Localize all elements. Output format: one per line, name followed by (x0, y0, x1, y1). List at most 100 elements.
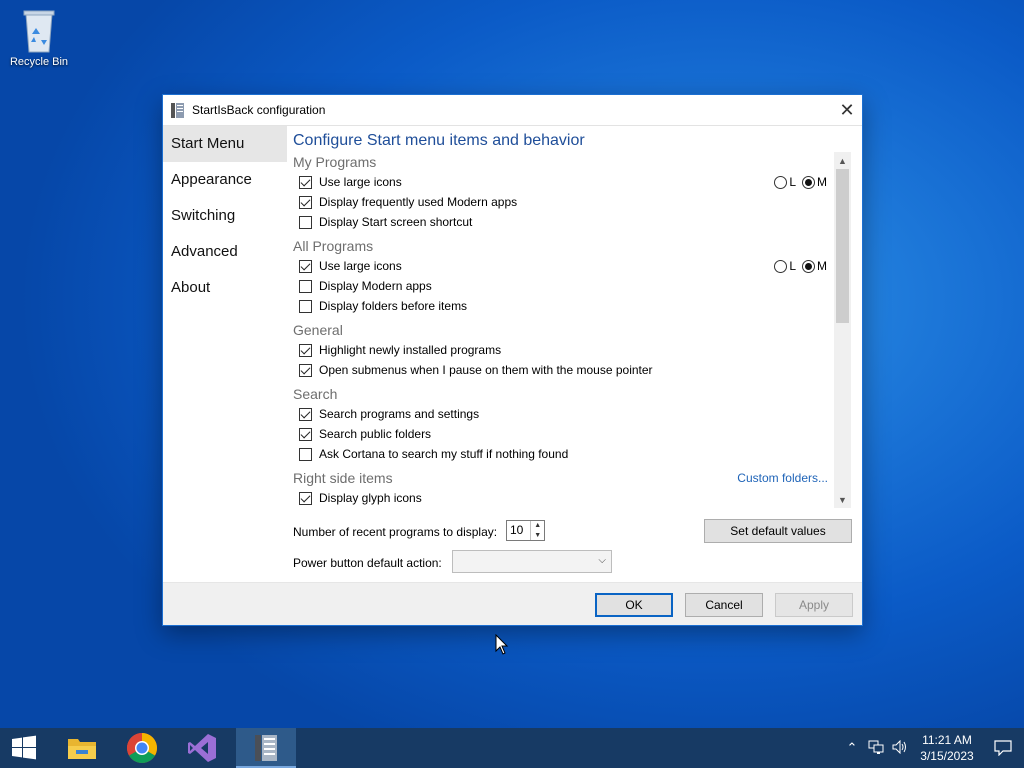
checkbox-label: Search programs and settings (319, 407, 480, 421)
recycle-bin[interactable]: Recycle Bin (4, 4, 74, 68)
sidebar-item-switching[interactable]: Switching (163, 198, 287, 234)
settings-list: My Programs Use large icons L M Display … (293, 152, 834, 508)
checkbox[interactable] (299, 343, 312, 357)
recycle-bin-icon (23, 10, 55, 53)
checkbox-row[interactable]: Use large icons L M (293, 256, 834, 276)
stepper-down-icon[interactable]: ▼ (531, 531, 544, 541)
checkbox[interactable] (299, 407, 312, 421)
apply-button[interactable]: Apply (775, 593, 853, 617)
scroll-up-icon[interactable]: ▲ (834, 152, 851, 169)
recent-programs-label: Number of recent programs to display: (293, 525, 498, 539)
radio-m-label: M (817, 175, 827, 189)
checkbox[interactable] (299, 447, 312, 461)
section-title-my-programs: My Programs (293, 154, 377, 170)
taskbar-file-explorer[interactable] (58, 728, 106, 768)
radio-l-label: L (789, 175, 796, 189)
icon-size-radio-group: L M (768, 259, 827, 273)
mouse-cursor-icon (495, 634, 509, 655)
network-icon[interactable] (864, 740, 888, 757)
checkbox[interactable] (299, 427, 312, 441)
checkbox-row[interactable]: Display frequently used Modern apps (293, 192, 834, 212)
clock-time: 11:21 AM (922, 733, 972, 747)
section-title-all-programs: All Programs (293, 238, 374, 254)
taskbar-clock[interactable]: 11:21 AM 3/15/2023 (912, 732, 982, 764)
notification-center-icon[interactable] (982, 740, 1024, 756)
radio-medium[interactable] (802, 175, 815, 189)
visual-studio-icon (188, 734, 216, 762)
page-title: Configure Start menu items and behavior (293, 132, 585, 149)
chevron-up-icon[interactable]: ⌃ (840, 740, 864, 756)
checkbox-label: Display frequently used Modern apps (319, 195, 518, 209)
sidebar-item-appearance[interactable]: Appearance (163, 162, 287, 198)
checkbox-label: Highlight newly installed programs (319, 343, 502, 357)
checkbox-row[interactable]: Use large icons L M (293, 172, 834, 192)
checkbox[interactable] (299, 175, 312, 189)
checkbox[interactable] (299, 279, 312, 293)
vertical-scrollbar[interactable]: ▲ ▼ (834, 152, 851, 508)
sidebar-item-about[interactable]: About (163, 270, 287, 306)
recycle-bin-label: Recycle Bin (9, 56, 69, 68)
taskbar-startisback-config[interactable] (236, 728, 296, 768)
recent-programs-value[interactable]: 10 (507, 521, 530, 540)
checkbox-row[interactable]: Open submenus when I pause on them with … (293, 360, 834, 380)
checkbox-row[interactable]: Search public folders (293, 424, 834, 444)
set-default-values-button[interactable]: Set default values (704, 519, 852, 543)
power-button-select[interactable]: ⌵ (452, 550, 612, 573)
cancel-button[interactable]: Cancel (685, 593, 763, 617)
radio-m-label: M (817, 259, 827, 273)
stepper-up-icon[interactable]: ▲ (531, 521, 544, 531)
window-title: StartIsBack configuration (192, 103, 326, 117)
title-bar[interactable]: StartIsBack configuration ✕ (163, 95, 862, 126)
scroll-down-icon[interactable]: ▼ (834, 491, 851, 508)
checkbox-row[interactable]: Display Start screen shortcut (293, 212, 834, 232)
checkbox-label: Open submenus when I pause on them with … (319, 363, 653, 377)
section-header-right-side: Right side items Custom folders... (293, 468, 834, 488)
checkbox-label: Display folders before items (319, 299, 468, 313)
icon-size-radio-group: L M (768, 175, 827, 189)
recent-programs-stepper[interactable]: 10 ▲ ▼ (506, 520, 545, 541)
radio-large[interactable] (774, 259, 788, 273)
section-title-general: General (293, 322, 343, 338)
checkbox-label: Display glyph icons (319, 491, 422, 505)
scroll-thumb[interactable] (836, 169, 849, 323)
checkbox-label: Use large icons (319, 259, 402, 273)
radio-large[interactable] (774, 175, 788, 189)
dialog-footer: OK Cancel Apply (163, 582, 862, 625)
checkbox[interactable] (299, 195, 312, 209)
volume-icon[interactable] (888, 739, 912, 757)
checkbox-row[interactable]: Highlight newly installed programs (293, 340, 834, 360)
settings-panel: Configure Start menu items and behavior … (287, 126, 864, 582)
checkbox-row[interactable]: Display glyph icons (293, 488, 834, 508)
checkbox-label: Search public folders (319, 427, 432, 441)
ok-button[interactable]: OK (595, 593, 673, 617)
checkbox-row[interactable]: Display folders before items (293, 296, 834, 316)
taskbar-chrome[interactable] (118, 728, 166, 768)
checkbox[interactable] (299, 299, 312, 313)
file-explorer-icon (68, 739, 96, 759)
sidebar-item-advanced[interactable]: Advanced (163, 234, 287, 270)
checkbox-row[interactable]: Search programs and settings (293, 404, 834, 424)
checkbox-row[interactable]: Display Modern apps (293, 276, 834, 296)
checkbox[interactable] (299, 491, 312, 505)
sidebar-item-start-menu[interactable]: Start Menu (163, 126, 287, 162)
chrome-icon (126, 733, 158, 764)
chevron-down-icon: ⌵ (598, 555, 606, 566)
startisback-config-window: StartIsBack configuration ✕ Start Menu A… (162, 94, 863, 626)
sidebar: Start Menu Appearance Switching Advanced… (163, 126, 287, 582)
checkbox-label: Use large icons (319, 175, 402, 189)
checkbox-label: Display Start screen shortcut (319, 215, 473, 229)
close-icon[interactable]: ✕ (832, 95, 862, 125)
checkbox[interactable] (299, 259, 312, 273)
taskbar: ⌃ 11:21 AM 3/15/2023 (0, 728, 1024, 768)
system-tray: ⌃ 11:21 AM 3/15/2023 (840, 728, 1024, 768)
start-button[interactable] (0, 728, 48, 768)
radio-medium[interactable] (802, 259, 815, 273)
section-title-search: Search (293, 386, 338, 402)
clock-date: 3/15/2023 (920, 749, 974, 763)
checkbox[interactable] (299, 363, 312, 377)
radio-l-label: L (789, 259, 796, 273)
custom-folders-link[interactable]: Custom folders... (737, 468, 834, 488)
taskbar-visual-studio[interactable] (178, 728, 226, 768)
checkbox[interactable] (299, 215, 312, 229)
checkbox-row[interactable]: Ask Cortana to search my stuff if nothin… (293, 444, 834, 464)
